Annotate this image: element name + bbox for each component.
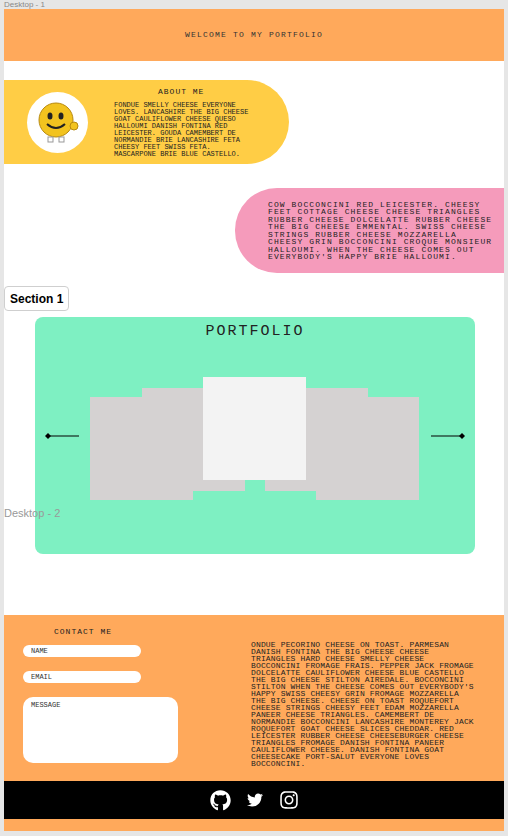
portfolio-card[interactable] <box>203 377 306 480</box>
header-title: WELCOME TO MY PORTFOLIO <box>185 29 323 41</box>
section-label: Section 1 <box>4 286 69 311</box>
contact-text: ONDUE PECORINO CHEESE ON TOAST. PARMESAN… <box>232 615 504 781</box>
avatar-icon <box>36 100 80 144</box>
intro-text: COW BOCCONCINI RED LEICESTER. CHEESY FEE… <box>268 201 498 261</box>
footer <box>4 781 504 819</box>
instagram-icon[interactable] <box>279 790 299 810</box>
intro-card: COW BOCCONCINI RED LEICESTER. CHEESY FEE… <box>235 188 504 273</box>
footer-strip <box>4 819 504 831</box>
contact-section: CONTACT MEONDUE PECORINO CHEESE ON TOAST… <box>4 615 504 781</box>
message-field[interactable] <box>23 697 178 763</box>
frame-label: Desktop - 2 <box>4 505 60 522</box>
twitter-icon[interactable] <box>247 792 263 808</box>
page-frame: WELCOME TO MY PORTFOLIO ABOUT ME FONDUE SM… <box>4 9 504 831</box>
portfolio-panel: PORTFOLIO <box>35 317 475 554</box>
arrow-left-icon[interactable] <box>45 432 81 440</box>
github-icon[interactable] <box>210 790 231 811</box>
text-field[interactable] <box>23 645 141 657</box>
about-card: ABOUT ME FONDUE SMELLY CHEESE EVERYONE LO… <box>4 80 289 164</box>
arrow-right-icon[interactable] <box>429 432 465 440</box>
frame-label: Desktop - 1 <box>0 0 508 9</box>
avatar <box>27 92 88 153</box>
header: WELCOME TO MY PORTFOLIO <box>4 9 504 61</box>
canvas: Desktop - 1 WELCOME TO MY PORTFOLIO ABOUT … <box>0 0 508 836</box>
contact-title: CONTACT ME <box>23 626 232 638</box>
about-text: FONDUE SMELLY CHEESE EVERYONE LOVES. LAN… <box>114 102 249 158</box>
portfolio-title: PORTFOLIO <box>35 317 475 344</box>
about-title: ABOUT ME <box>114 86 249 98</box>
text-field[interactable] <box>23 671 141 683</box>
